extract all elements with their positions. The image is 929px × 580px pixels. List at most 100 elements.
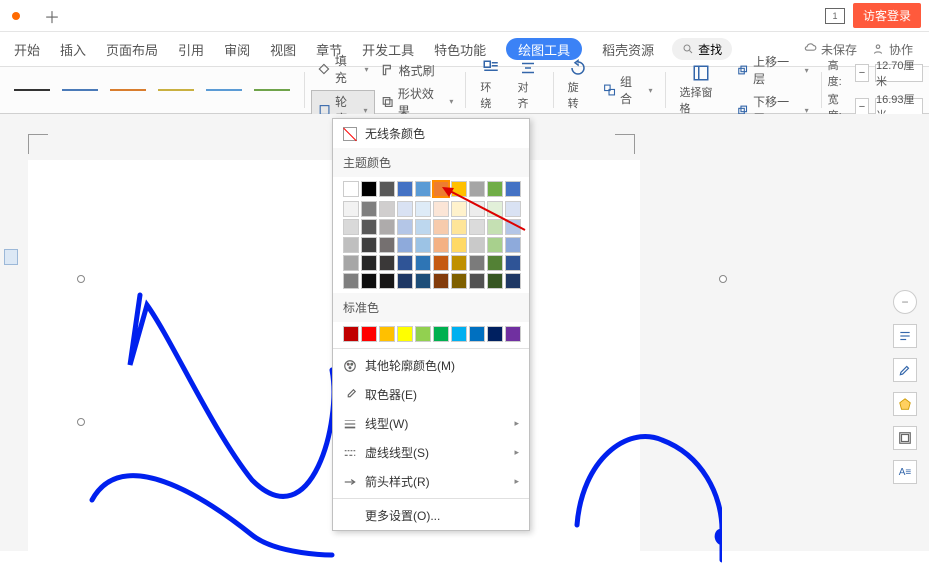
- line-sample-3[interactable]: [110, 89, 146, 91]
- color-swatch[interactable]: [505, 201, 521, 217]
- line-sample-6[interactable]: [254, 89, 290, 91]
- color-swatch[interactable]: [487, 201, 503, 217]
- color-swatch[interactable]: [343, 181, 359, 197]
- color-swatch[interactable]: [451, 255, 467, 271]
- rotate-button[interactable]: 旋转: [560, 59, 597, 122]
- color-swatch[interactable]: [415, 219, 431, 235]
- color-swatch[interactable]: [343, 219, 359, 235]
- color-swatch[interactable]: [361, 201, 377, 217]
- color-swatch[interactable]: [361, 181, 377, 197]
- color-swatch[interactable]: [415, 255, 431, 271]
- color-swatch[interactable]: [397, 326, 413, 342]
- dash-style[interactable]: 虚线线型(S)▸: [333, 438, 529, 467]
- color-swatch[interactable]: [361, 237, 377, 253]
- no-line-color[interactable]: 无线条颜色: [333, 119, 529, 148]
- color-swatch[interactable]: [505, 181, 521, 197]
- color-swatch[interactable]: [379, 237, 395, 253]
- collapse-button[interactable]: −: [893, 290, 917, 314]
- color-swatch[interactable]: [505, 219, 521, 235]
- color-swatch[interactable]: [487, 181, 503, 197]
- color-swatch[interactable]: [397, 273, 413, 289]
- menu-review[interactable]: 审阅: [214, 32, 260, 66]
- color-swatch[interactable]: [487, 273, 503, 289]
- color-swatch[interactable]: [361, 326, 377, 342]
- color-swatch[interactable]: [379, 181, 395, 197]
- color-swatch[interactable]: [451, 181, 467, 197]
- color-swatch[interactable]: [505, 255, 521, 271]
- toolbox-annotate[interactable]: A≡: [893, 460, 917, 484]
- line-sample-5[interactable]: [206, 89, 242, 91]
- collab-button[interactable]: 协作: [871, 41, 913, 58]
- color-swatch[interactable]: [343, 326, 359, 342]
- color-swatch[interactable]: [397, 201, 413, 217]
- menu-insert[interactable]: 插入: [50, 32, 96, 66]
- color-swatch[interactable]: [343, 201, 359, 217]
- search-box[interactable]: 查找: [672, 38, 732, 60]
- wrap-button[interactable]: 环绕: [472, 59, 509, 122]
- line-weight[interactable]: 线型(W)▸: [333, 409, 529, 438]
- line-style-gallery[interactable]: [6, 89, 298, 91]
- color-swatch[interactable]: [379, 273, 395, 289]
- height-minus[interactable]: −: [855, 64, 869, 82]
- color-swatch[interactable]: [487, 219, 503, 235]
- color-swatch[interactable]: [415, 201, 431, 217]
- format-painter-button[interactable]: 格式刷: [375, 60, 460, 81]
- color-swatch[interactable]: [415, 273, 431, 289]
- line-sample-4[interactable]: [158, 89, 194, 91]
- eyedropper[interactable]: 取色器(E): [333, 380, 529, 409]
- line-sample-1[interactable]: [14, 89, 50, 91]
- color-swatch[interactable]: [379, 201, 395, 217]
- color-swatch[interactable]: [361, 255, 377, 271]
- more-settings[interactable]: 更多设置(O)...: [333, 501, 529, 530]
- arrow-style[interactable]: 箭头样式(R)▸: [333, 467, 529, 496]
- color-swatch[interactable]: [397, 181, 413, 197]
- line-sample-2[interactable]: [62, 89, 98, 91]
- color-swatch[interactable]: [469, 255, 485, 271]
- color-swatch[interactable]: [433, 219, 449, 235]
- more-colors[interactable]: 其他轮廓颜色(M): [333, 351, 529, 380]
- menu-reference[interactable]: 引用: [168, 32, 214, 66]
- color-swatch[interactable]: [397, 255, 413, 271]
- color-swatch[interactable]: [433, 326, 449, 342]
- color-swatch[interactable]: [469, 219, 485, 235]
- menu-page-layout[interactable]: 页面布局: [96, 32, 168, 66]
- toolbox-text[interactable]: [893, 324, 917, 348]
- menu-start[interactable]: 开始: [4, 32, 50, 66]
- color-swatch[interactable]: [469, 326, 485, 342]
- color-swatch[interactable]: [451, 201, 467, 217]
- color-swatch[interactable]: [469, 237, 485, 253]
- color-swatch[interactable]: [379, 326, 395, 342]
- color-swatch[interactable]: [505, 237, 521, 253]
- color-swatch[interactable]: [379, 219, 395, 235]
- color-swatch[interactable]: [451, 273, 467, 289]
- color-swatch[interactable]: [433, 237, 449, 253]
- color-swatch[interactable]: [433, 201, 449, 217]
- color-swatch[interactable]: [469, 181, 485, 197]
- color-swatch[interactable]: [469, 273, 485, 289]
- color-swatch[interactable]: [343, 273, 359, 289]
- color-swatch[interactable]: [379, 255, 395, 271]
- color-swatch[interactable]: [343, 255, 359, 271]
- move-up-button[interactable]: 上移一层: [730, 51, 815, 89]
- color-swatch[interactable]: [505, 273, 521, 289]
- color-swatch[interactable]: [433, 181, 449, 197]
- color-swatch[interactable]: [361, 273, 377, 289]
- color-swatch[interactable]: [451, 237, 467, 253]
- color-swatch[interactable]: [415, 181, 431, 197]
- guest-login-button[interactable]: 访客登录: [853, 3, 921, 28]
- toolbox-pen[interactable]: [893, 358, 917, 382]
- combine-button[interactable]: 组合: [597, 71, 659, 109]
- color-swatch[interactable]: [451, 326, 467, 342]
- color-swatch[interactable]: [415, 237, 431, 253]
- toolbox-layout[interactable]: [893, 426, 917, 450]
- color-swatch[interactable]: [397, 219, 413, 235]
- color-swatch[interactable]: [415, 326, 431, 342]
- color-swatch[interactable]: [433, 255, 449, 271]
- menu-resources[interactable]: 稻壳资源: [592, 32, 664, 66]
- align-button[interactable]: 对齐: [510, 59, 547, 122]
- menu-view[interactable]: 视图: [260, 32, 306, 66]
- color-swatch[interactable]: [505, 326, 521, 342]
- color-swatch[interactable]: [487, 326, 503, 342]
- select-pane-button[interactable]: 选择窗格: [671, 64, 729, 116]
- height-field[interactable]: 12.70厘米: [875, 64, 923, 82]
